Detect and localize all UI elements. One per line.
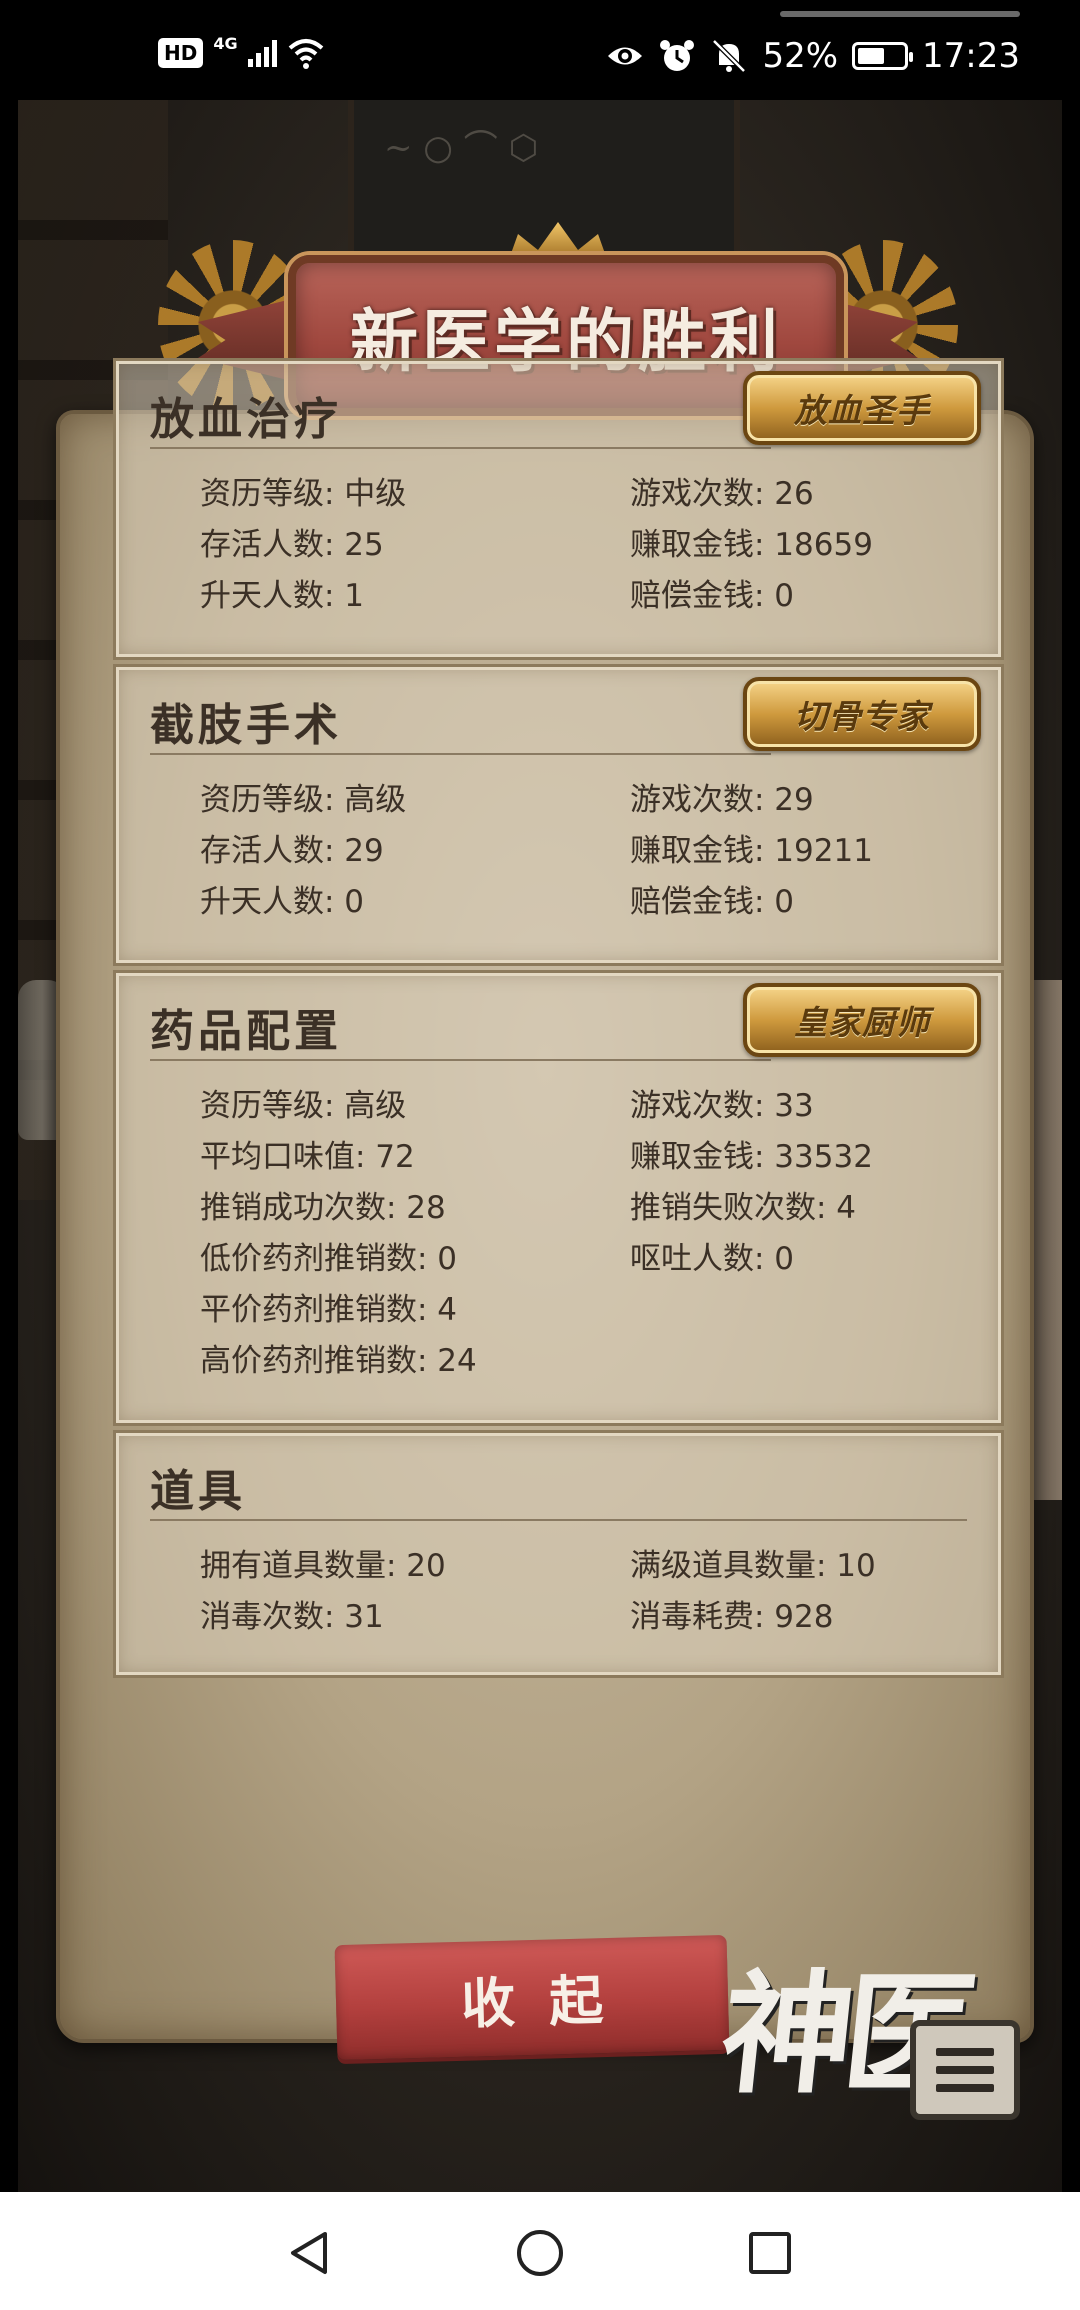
stat-vomit: 呕吐人数: 0 [630, 1241, 795, 1277]
status-right: 52% 17:23 [606, 36, 1020, 76]
stat-compensation: 赔偿金钱: 0 [630, 884, 795, 920]
game-screen: ~ ○ ⌒ ⬡ 新医学的胜利 放血治疗 放血圣手 资历等级: 中级 游戏次数: … [18, 100, 1062, 2192]
bell-off-icon [712, 39, 747, 73]
section-divider [150, 1059, 771, 1061]
menu-list-icon[interactable] [910, 2020, 1020, 2120]
stats-grid: 资历等级: 高级 游戏次数: 33 平均口味值: 72 赚取金钱: 33532 … [200, 1081, 960, 1387]
stat-rank: 资历等级: 中级 [200, 476, 407, 512]
wifi-icon [288, 39, 323, 69]
stat-empty [630, 1336, 960, 1387]
section-amputation: 截肢手术 切骨专家 资历等级: 高级 游戏次数: 29 存活人数: 29 赚取金… [113, 664, 1004, 966]
stats-grid: 资历等级: 中级 游戏次数: 26 存活人数: 25 赚取金钱: 18659 升… [200, 469, 960, 622]
alarm-icon [660, 40, 695, 71]
stat-disinfect-count: 消毒次数: 31 [200, 1599, 384, 1635]
stat-low-price-sales: 低价药剂推销数: 0 [200, 1241, 458, 1277]
section-bloodletting: 放血治疗 放血圣手 资历等级: 中级 游戏次数: 26 存活人数: 25 赚取金… [113, 358, 1004, 660]
stat-rank: 资历等级: 高级 [200, 1088, 407, 1124]
stat-sales-fail: 推销失败次数: 4 [630, 1190, 857, 1226]
section-title: 道具 [150, 1466, 246, 1517]
stat-deaths: 升天人数: 1 [200, 578, 365, 614]
recent-apps-icon[interactable] [745, 2228, 795, 2278]
badge-label: 放血圣手 [794, 391, 930, 430]
stat-money-earned: 赚取金钱: 19211 [630, 833, 873, 869]
stat-disinfect-cost: 消毒耗费: 928 [630, 1599, 834, 1635]
status-bar: HD 4G 52% 17:23 [0, 0, 1080, 100]
stat-items-maxed: 满级道具数量: 10 [630, 1548, 876, 1584]
stat-sales-success: 推销成功次数: 28 [200, 1190, 446, 1226]
badge-label: 皇家厨师 [794, 1003, 930, 1042]
stat-high-price-sales: 高价药剂推销数: 24 [200, 1343, 477, 1379]
stat-avg-taste: 平均口味值: 72 [200, 1139, 415, 1175]
stat-mid-price-sales: 平价药剂推销数: 4 [200, 1292, 458, 1328]
section-divider [150, 753, 771, 755]
section-divider [150, 447, 771, 449]
battery-charging-icon [852, 42, 914, 70]
achievement-badge: 切骨专家 [743, 677, 981, 751]
signal-icon [247, 39, 277, 67]
collapse-label: 收起 [460, 1967, 638, 2036]
badge-label: 切骨专家 [794, 697, 930, 736]
status-indicator-line [780, 11, 1020, 17]
stat-money-earned: 赚取金钱: 18659 [630, 527, 873, 563]
stat-rank: 资历等级: 高级 [200, 782, 407, 818]
stat-items-owned: 拥有道具数量: 20 [200, 1548, 446, 1584]
stat-survivors: 存活人数: 29 [200, 833, 384, 869]
network-type: 4G [213, 33, 238, 53]
section-items: 道具 拥有道具数量: 20 满级道具数量: 10 消毒次数: 31 消毒耗费: … [113, 1430, 1004, 1678]
status-left: HD 4G [158, 33, 325, 70]
section-title: 放血治疗 [150, 394, 342, 445]
stat-games: 游戏次数: 26 [630, 476, 814, 512]
stats-grid: 拥有道具数量: 20 满级道具数量: 10 消毒次数: 31 消毒耗费: 928 [200, 1541, 960, 1643]
stat-compensation: 赔偿金钱: 0 [630, 578, 795, 614]
back-icon[interactable] [285, 2228, 335, 2278]
stat-games: 游戏次数: 33 [630, 1088, 814, 1124]
stat-games: 游戏次数: 29 [630, 782, 814, 818]
hd-icon: HD [158, 38, 204, 68]
battery-percent: 52% [762, 36, 839, 76]
stats-grid: 资历等级: 高级 游戏次数: 29 存活人数: 29 赚取金钱: 19211 升… [200, 775, 960, 928]
collapse-button[interactable]: 收起 [334, 1934, 730, 2061]
navigation-bar [0, 2192, 1080, 2310]
stat-deaths: 升天人数: 0 [200, 884, 365, 920]
eye-icon [608, 47, 643, 65]
stat-money-earned: 赚取金钱: 33532 [630, 1139, 873, 1175]
section-title: 截肢手术 [150, 700, 342, 751]
section-title: 药品配置 [150, 1006, 342, 1057]
home-icon[interactable] [515, 2228, 565, 2278]
achievement-badge: 放血圣手 [743, 371, 981, 445]
achievement-badge: 皇家厨师 [743, 983, 981, 1057]
stat-survivors: 存活人数: 25 [200, 527, 384, 563]
clock: 17:23 [922, 36, 1020, 76]
blackboard-doodle: ~ ○ ⌒ ⬡ [384, 128, 539, 168]
section-pharmacy: 药品配置 皇家厨师 资历等级: 高级 游戏次数: 33 平均口味值: 72 赚取… [113, 970, 1004, 1426]
section-divider [150, 1519, 967, 1521]
stat-empty [630, 1285, 960, 1336]
